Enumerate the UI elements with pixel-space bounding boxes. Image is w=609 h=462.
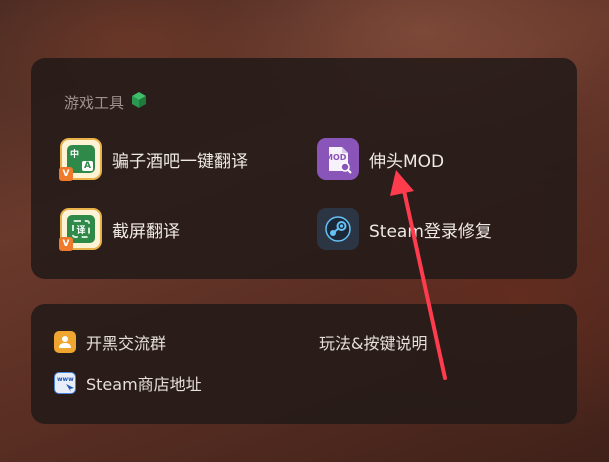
translate-icon: 中 A V xyxy=(59,138,102,181)
link-steam-store[interactable]: www Steam商店地址 xyxy=(54,371,202,395)
mod-glyph: MOD xyxy=(325,153,347,162)
tool-label: 骗子酒吧一键翻译 xyxy=(112,151,248,172)
screenshot-translate-glyph: 译 xyxy=(76,225,86,236)
www-link-icon: www xyxy=(54,372,76,394)
link-label: 开黑交流群 xyxy=(86,334,167,353)
tool-liars-bar-translate[interactable]: 中 A V 骗子酒吧一键翻译 xyxy=(59,138,248,181)
translate-glyph-a: A xyxy=(82,161,93,171)
tool-mod[interactable]: MOD 伸头MOD xyxy=(317,138,444,180)
link-label: Steam商店地址 xyxy=(86,375,202,394)
tool-steam-login-fix[interactable]: Steam登录修复 xyxy=(317,208,492,250)
game-tools-panel: 游戏工具 中 A V 骗子酒吧一键翻译 MOD 伸头MOD 译 V 截屏翻译 S… xyxy=(31,58,577,279)
section-title-game-tools: 游戏工具 xyxy=(64,91,148,113)
translate-glyph-zh: 中 xyxy=(70,150,80,160)
vip-badge: V xyxy=(59,167,73,181)
section-title-text: 游戏工具 xyxy=(64,93,125,112)
steam-icon xyxy=(317,208,359,250)
tool-screenshot-translate[interactable]: 译 V 截屏翻译 xyxy=(59,208,180,251)
screenshot-translate-icon: 译 V xyxy=(59,208,102,251)
tool-label: 伸头MOD xyxy=(369,151,445,172)
vip-badge: V xyxy=(59,237,73,251)
link-gameplay-keys[interactable]: 玩法&按键说明 xyxy=(319,330,427,354)
tool-label: 截屏翻译 xyxy=(112,221,180,242)
link-label: 玩法&按键说明 xyxy=(319,334,428,353)
group-icon xyxy=(54,331,76,353)
mod-file-icon: MOD xyxy=(317,138,359,180)
links-panel: 开黑交流群 玩法&按键说明 www Steam商店地址 xyxy=(31,304,577,424)
cube-icon xyxy=(130,91,148,113)
tool-label: Steam登录修复 xyxy=(369,221,492,242)
link-group-chat[interactable]: 开黑交流群 xyxy=(54,330,166,354)
www-glyph: www xyxy=(57,376,74,383)
